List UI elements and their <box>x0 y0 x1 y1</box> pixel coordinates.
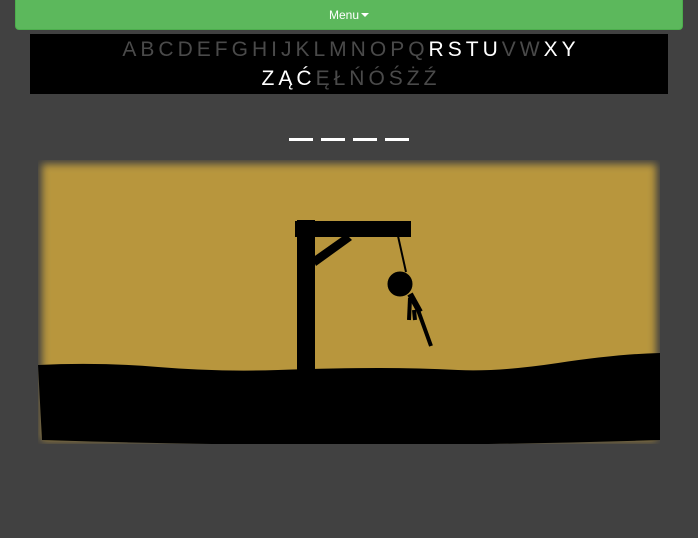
letter-S[interactable]: S <box>448 35 462 64</box>
letter-Ą[interactable]: Ą <box>278 64 292 93</box>
letter-blank <box>385 138 409 141</box>
letter-I: I <box>271 38 277 61</box>
letter-X[interactable]: X <box>544 35 558 64</box>
letter-L: L <box>313 38 326 61</box>
word-blanks <box>0 128 698 146</box>
letter-J: J <box>280 38 292 61</box>
letter-Z[interactable]: Z <box>262 64 275 93</box>
letter-A: A <box>122 38 137 61</box>
letter-P: P <box>390 38 405 61</box>
letter-blank <box>353 138 377 141</box>
letter-W: W <box>519 38 540 61</box>
letter-O: O <box>369 38 387 61</box>
letter-T[interactable]: T <box>466 35 479 64</box>
menu-button[interactable]: Menu <box>15 0 683 30</box>
letter-V: V <box>501 38 516 61</box>
letter-G: G <box>231 38 248 61</box>
letter-Ó: Ó <box>368 67 385 90</box>
letter-blank <box>321 138 345 141</box>
letter-blank <box>289 138 313 141</box>
letter-B: B <box>140 38 155 61</box>
letter-E: E <box>196 38 211 61</box>
letter-C: C <box>158 38 174 61</box>
letter-keyboard: ABCDEFGHIJKLMNOPQRSTUVWXY ZĄĆĘŁŃÓŚŻŹ <box>30 34 668 94</box>
letter-Ś: Ś <box>388 67 403 90</box>
letter-H: H <box>251 38 268 61</box>
menu-label: Menu <box>328 7 360 22</box>
letter-K: K <box>295 38 310 61</box>
letter-Ż: Ż <box>406 67 420 90</box>
letter-Ń: Ń <box>349 67 365 90</box>
caret-down-icon <box>361 12 370 17</box>
letter-Q: Q <box>408 38 425 61</box>
letter-F: F <box>214 38 228 61</box>
letter-Ć[interactable]: Ć <box>296 64 311 93</box>
letter-Y[interactable]: Y <box>562 35 576 64</box>
letter-Ę: Ę <box>315 67 330 90</box>
letter-D: D <box>177 38 193 61</box>
letter-R[interactable]: R <box>429 35 444 64</box>
letter-U[interactable]: U <box>483 35 498 64</box>
letter-Ł: Ł <box>333 67 346 90</box>
hangman-scene <box>38 164 660 444</box>
letter-Ź: Ź <box>423 67 437 90</box>
letter-N: N <box>350 38 366 61</box>
letter-M: M <box>329 38 347 61</box>
